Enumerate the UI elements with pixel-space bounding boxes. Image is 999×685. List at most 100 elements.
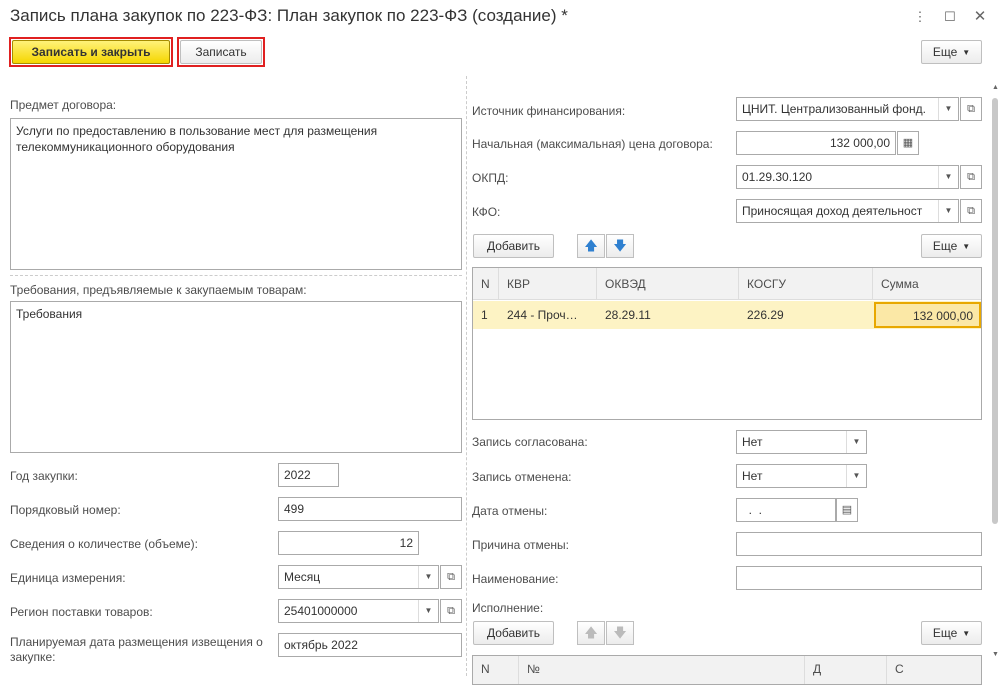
chevron-down-icon: ▼	[962, 241, 971, 251]
cancelled-value: Нет	[742, 469, 763, 483]
arrow-up-icon[interactable]: 🡅	[577, 234, 605, 258]
column-header-n[interactable]: N	[473, 268, 499, 300]
execution-label: Исполнение:	[472, 601, 544, 615]
open-form-icon[interactable]: ⧉	[960, 199, 982, 223]
funding-label: Источник финансирования:	[472, 104, 626, 118]
kfo-select[interactable]: Приносящая доход деятельност ▼	[736, 199, 959, 223]
cancel-reason-field[interactable]	[736, 532, 982, 556]
agreed-select[interactable]: Нет ▼	[736, 430, 867, 454]
region-value: 25401000000	[284, 604, 358, 618]
notice-date-field[interactable]: октябрь 2022	[278, 633, 462, 657]
chevron-down-icon[interactable]: ▼	[938, 98, 958, 120]
table-more-label: Еще	[932, 239, 958, 253]
region-label: Регион поставки товаров:	[10, 605, 153, 619]
order-number-field[interactable]: 499	[278, 497, 462, 521]
execution-more-label: Еще	[932, 626, 958, 640]
okpd-label: ОКПД:	[472, 171, 509, 185]
scrollbar-thumb[interactable]	[992, 98, 998, 524]
chevron-down-icon[interactable]: ▼	[846, 431, 866, 453]
chevron-down-icon[interactable]: ▼	[938, 166, 958, 188]
chevron-down-icon: ▼	[962, 47, 971, 57]
cancel-date-label: Дата отмены:	[472, 504, 548, 518]
execution-table[interactable]: N № Д С	[472, 655, 982, 685]
chevron-down-icon[interactable]: ▼	[418, 566, 438, 588]
save-and-close-button[interactable]: Записать и закрыть	[12, 40, 170, 64]
price-label: Начальная (максимальная) цена договора:	[472, 137, 713, 151]
calendar-icon[interactable]: ▤	[836, 498, 858, 522]
cancelled-label: Запись отменена:	[472, 470, 572, 484]
table-more-button[interactable]: Еще ▼	[921, 234, 982, 258]
open-form-icon[interactable]: ⧉	[440, 599, 462, 623]
subject-field[interactable]: Услуги по предоставлению в пользование м…	[10, 118, 462, 270]
window-title: Запись плана закупок по 223-ФЗ: План зак…	[10, 6, 568, 25]
requirements-label: Требования, предъявляемые к закупаемым т…	[10, 283, 307, 297]
funding-select[interactable]: ЦНИТ. Централизованный фонд. ▼	[736, 97, 959, 121]
column-header-okved[interactable]: ОКВЭД	[597, 268, 739, 300]
add-row-button[interactable]: Добавить	[473, 234, 554, 258]
restore-icon[interactable]: ☐	[942, 8, 958, 26]
cell-kvr: 244 - Проч…	[507, 308, 578, 322]
year-label: Год закупки:	[10, 469, 78, 483]
cell-sum[interactable]: 132 000,00	[874, 302, 981, 328]
calculator-icon[interactable]: ▦	[897, 131, 919, 155]
arrow-up-icon[interactable]: 🡅	[577, 621, 605, 645]
unit-select[interactable]: Месяц ▼	[278, 565, 439, 589]
name-label: Наименование:	[472, 572, 559, 586]
section-separator	[10, 275, 462, 276]
open-form-icon[interactable]: ⧉	[960, 97, 982, 121]
more-button-label: Еще	[932, 45, 958, 59]
kfo-value: Приносящая доход деятельност	[742, 204, 923, 218]
kebab-icon[interactable]: ⋮	[912, 8, 928, 26]
exec-column-header-date[interactable]: Д	[805, 656, 887, 684]
price-field[interactable]: 132 000,00	[736, 131, 896, 155]
agreed-value: Нет	[742, 435, 763, 449]
exec-column-header-n[interactable]: N	[473, 656, 519, 684]
cancel-date-field[interactable]: . .	[736, 498, 836, 522]
agreed-label: Запись согласована:	[472, 435, 588, 449]
execution-more-button[interactable]: Еще ▼	[921, 621, 982, 645]
funding-value: ЦНИТ. Централизованный фонд.	[742, 102, 926, 116]
arrow-down-icon[interactable]: 🡇	[606, 621, 634, 645]
chevron-down-icon[interactable]: ▼	[938, 200, 958, 222]
open-form-icon[interactable]: ⧉	[440, 565, 462, 589]
column-header-sum[interactable]: Сумма	[873, 268, 981, 300]
close-icon[interactable]: ✕	[972, 8, 988, 26]
notice-date-label: Планируемая дата размещения извещения о …	[10, 635, 263, 664]
column-header-kosgu[interactable]: КОСГУ	[739, 268, 873, 300]
okpd-value: 01.29.30.120	[742, 170, 813, 184]
chevron-down-icon[interactable]: ▼	[418, 600, 438, 622]
okpd-select[interactable]: 01.29.30.120 ▼	[736, 165, 959, 189]
quantity-field[interactable]: 12	[278, 531, 419, 555]
save-button[interactable]: Записать	[180, 40, 262, 64]
name-field[interactable]	[736, 566, 982, 590]
chevron-down-icon[interactable]: ▼	[846, 465, 866, 487]
column-separator	[466, 76, 467, 676]
quantity-label: Сведения о количестве (объеме):	[10, 537, 198, 551]
subject-label: Предмет договора:	[10, 98, 117, 112]
scroll-down-icon[interactable]: ▼	[992, 651, 999, 658]
more-button[interactable]: Еще ▼	[921, 40, 982, 64]
chevron-down-icon: ▼	[962, 628, 971, 638]
cell-kosgu: 226.29	[747, 308, 784, 322]
unit-label: Единица измерения:	[10, 571, 126, 585]
requirements-field[interactable]: Требования	[10, 301, 462, 453]
cancel-reason-label: Причина отмены:	[472, 538, 570, 552]
column-header-kvr[interactable]: КВР	[499, 268, 597, 300]
budget-table[interactable]: N КВР ОКВЭД КОСГУ Сумма 1 244 - Проч… 28…	[472, 267, 982, 420]
exec-column-header-number[interactable]: №	[519, 656, 805, 684]
year-field[interactable]: 2022	[278, 463, 339, 487]
open-form-icon[interactable]: ⧉	[960, 165, 982, 189]
kfo-label: КФО:	[472, 205, 501, 219]
order-number-label: Порядковый номер:	[10, 503, 121, 517]
cell-okved: 28.29.11	[605, 308, 651, 322]
cancelled-select[interactable]: Нет ▼	[736, 464, 867, 488]
exec-column-header-sum[interactable]: С	[887, 656, 981, 684]
region-select[interactable]: 25401000000 ▼	[278, 599, 439, 623]
table-row[interactable]: 1 244 - Проч… 28.29.11 226.29 132 000,00	[473, 301, 981, 329]
cell-n: 1	[481, 308, 488, 322]
arrow-down-icon[interactable]: 🡇	[606, 234, 634, 258]
execution-add-button[interactable]: Добавить	[473, 621, 554, 645]
vertical-scrollbar[interactable]: ▲ ▼	[991, 0, 999, 677]
unit-value: Месяц	[284, 570, 321, 584]
scroll-up-icon[interactable]: ▲	[992, 84, 999, 91]
